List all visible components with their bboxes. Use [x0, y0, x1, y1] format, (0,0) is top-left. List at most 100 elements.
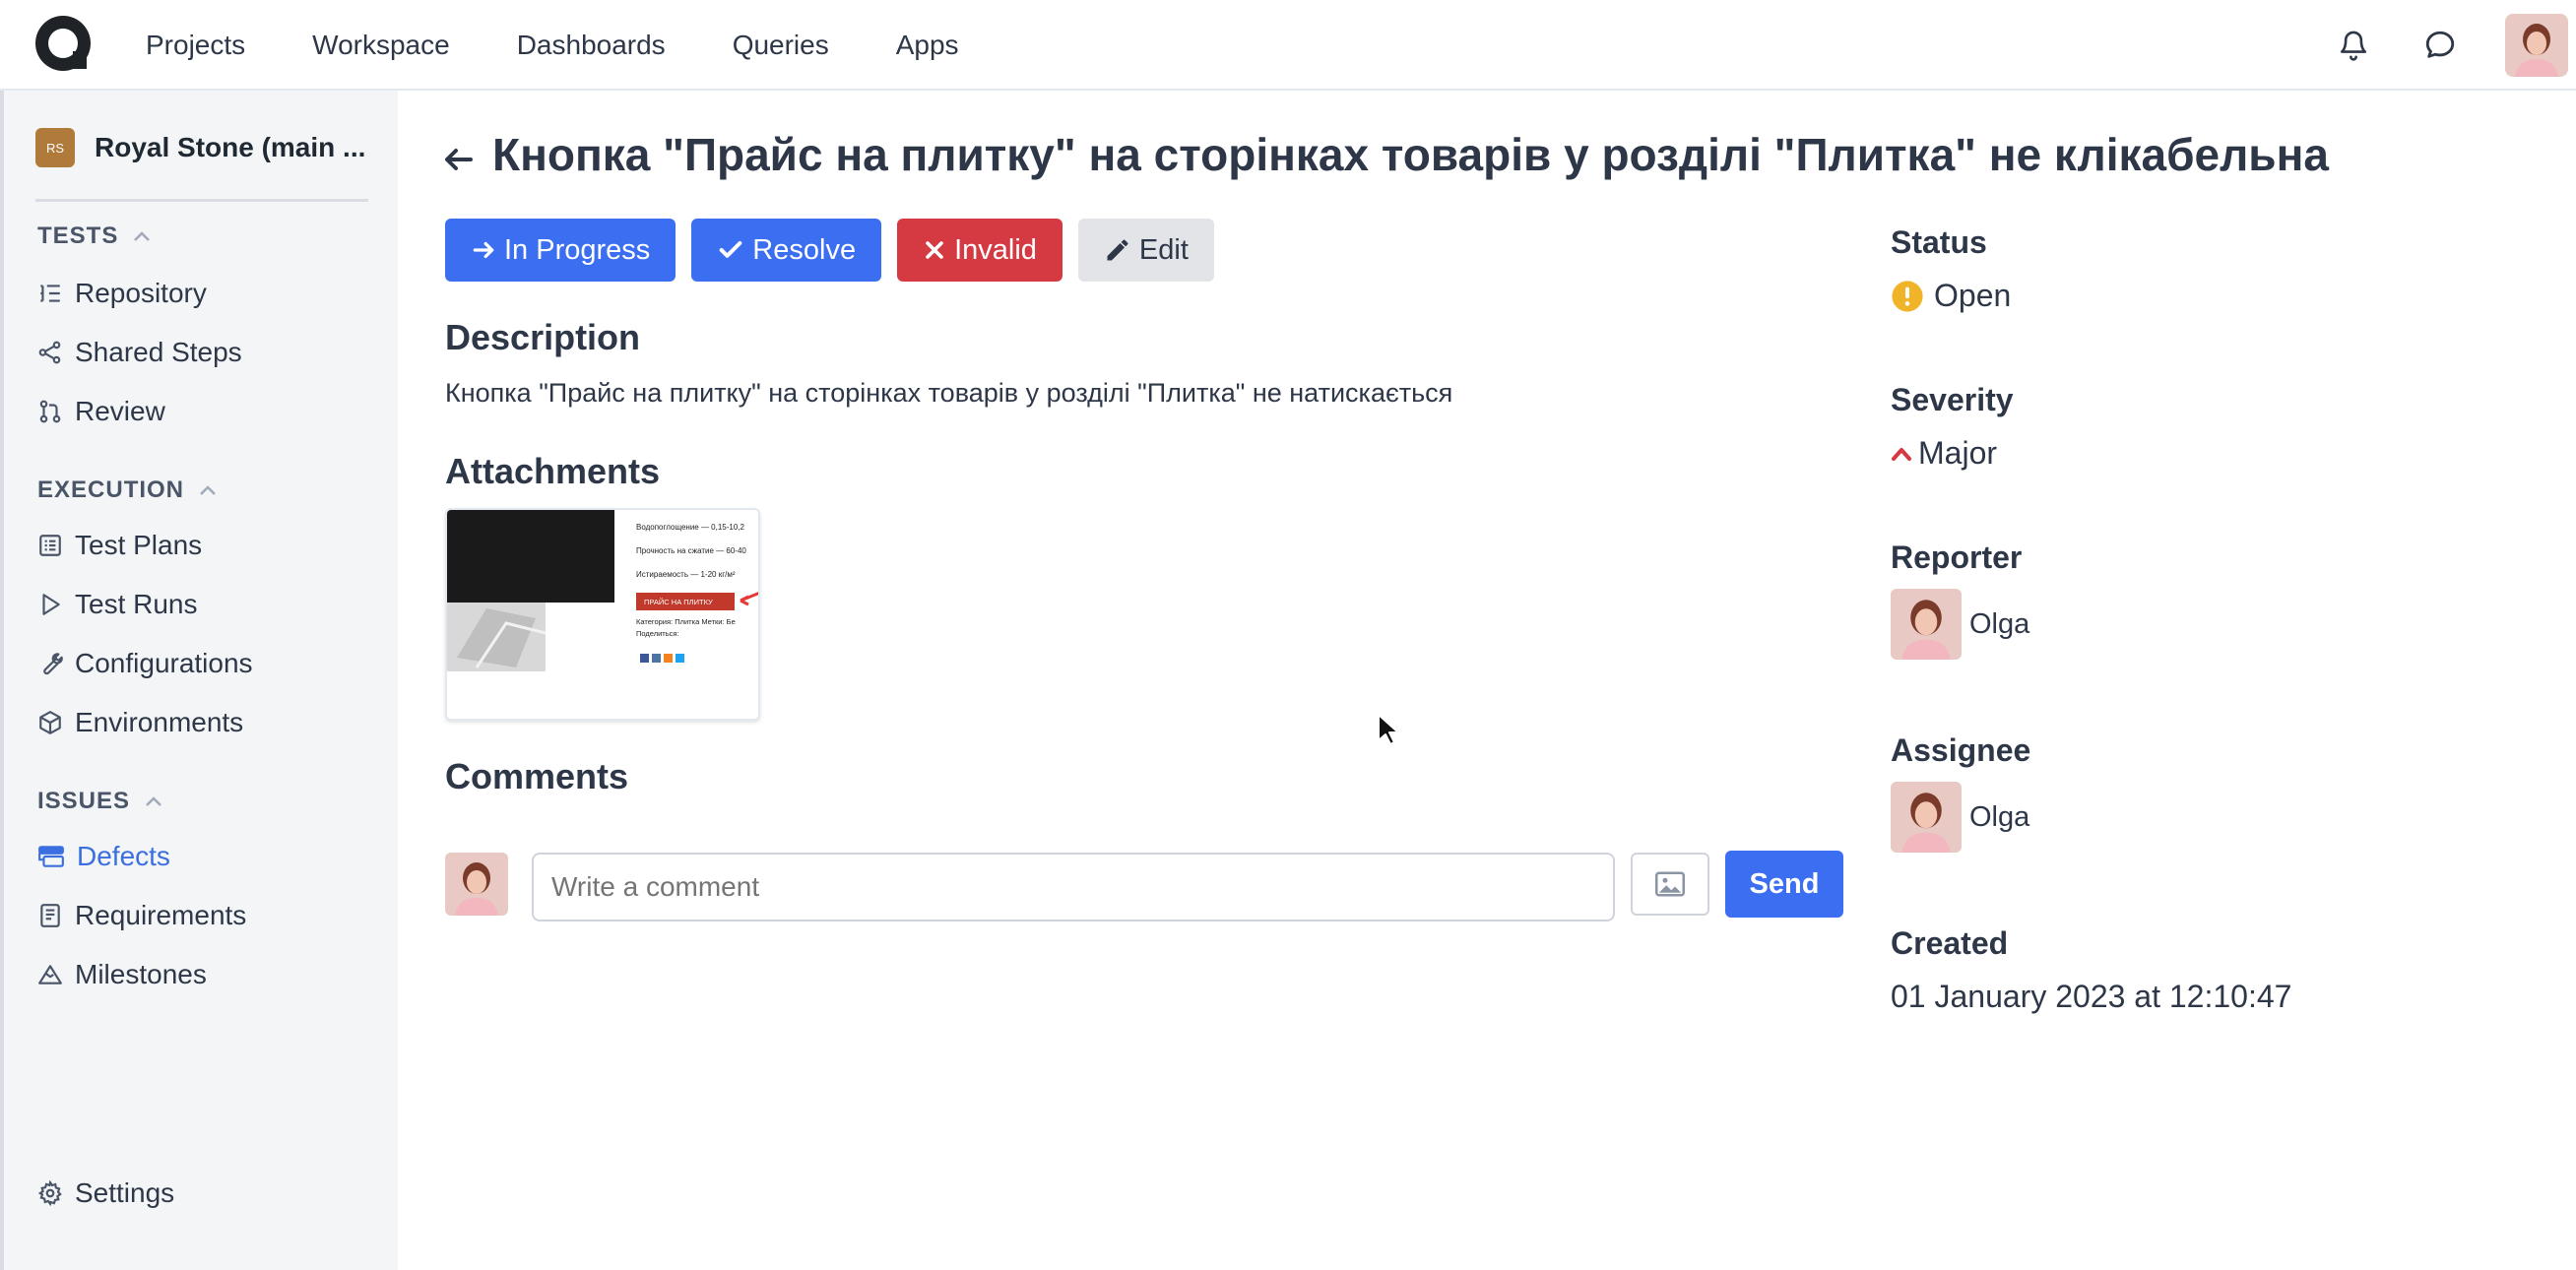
- nav-dashboards[interactable]: Dashboards: [517, 30, 666, 61]
- mouse-cursor-icon: [1378, 714, 1398, 745]
- section-tests-label: TESTS: [37, 222, 119, 249]
- severity-text: Major: [1918, 435, 1998, 471]
- reporter-label: Reporter: [1891, 540, 2023, 575]
- status-value[interactable]: Open: [1891, 278, 2011, 314]
- close-icon: [926, 241, 943, 259]
- section-execution[interactable]: EXECUTION: [37, 476, 218, 504]
- project-name: Royal Stone (main ...: [95, 132, 366, 162]
- page-title: Кнопка "Прайс на плитку" на сторінках то…: [492, 129, 2329, 180]
- sidebar-item-label: Configurations: [75, 648, 253, 678]
- git-pull-request-icon: [39, 400, 61, 423]
- sidebar-item-milestones[interactable]: Milestones: [37, 959, 207, 990]
- assignee-label: Assignee: [1891, 732, 2031, 768]
- share-nodes-icon: [38, 341, 61, 364]
- nav-actions: [2332, 0, 2568, 91]
- app-logo[interactable]: [35, 16, 91, 71]
- play-icon: [42, 594, 60, 615]
- sidebar-item-label: Review: [75, 396, 165, 426]
- list-tree-icon: [40, 285, 60, 302]
- sidebar-item-shared-steps[interactable]: Shared Steps: [37, 337, 242, 368]
- reporter-name: Olga: [1969, 607, 2030, 640]
- status-label: Status: [1891, 224, 1987, 260]
- mountain-icon: [38, 965, 62, 984]
- section-issues[interactable]: ISSUES: [37, 788, 163, 815]
- sidebar-item-review[interactable]: Review: [37, 396, 165, 427]
- attachment-line-3: Истираемость — 1-20 кг/м²: [636, 570, 736, 579]
- attachment-thumbnail[interactable]: Водопоглощение — 0,15-10,2 Прочность на …: [445, 508, 760, 721]
- sidebar-item-label: Test Runs: [75, 589, 198, 619]
- sidebar-item-label: Environments: [75, 707, 244, 737]
- attachment-line-5: Поделиться:: [636, 629, 679, 638]
- sidebar-item-label: Defects: [77, 841, 170, 871]
- attachment-line-1: Водопоглощение — 0,15-10,2: [636, 523, 745, 532]
- sidebar-item-defects[interactable]: Defects: [37, 841, 170, 872]
- top-nav: Projects Workspace Dashboards Queries Ap…: [0, 0, 2576, 91]
- invalid-label: Invalid: [954, 233, 1037, 266]
- sidebar-item-test-plans[interactable]: Test Plans: [37, 530, 202, 561]
- edit-label: Edit: [1138, 233, 1189, 266]
- resolve-button[interactable]: Resolve: [691, 219, 882, 282]
- severity-value[interactable]: Major: [1891, 435, 1997, 472]
- attachment-button-text: ПРАЙС НА ПЛИТКУ: [644, 598, 713, 606]
- document-icon: [40, 904, 60, 927]
- sidebar-item-settings[interactable]: Settings: [37, 1177, 174, 1209]
- defects-icon: [38, 846, 64, 867]
- attachment-line-2: Прочность на сжатие — 60-40: [636, 546, 746, 555]
- chevron-up-icon: [134, 231, 151, 241]
- section-tests[interactable]: TESTS: [37, 222, 152, 250]
- arrow-right-icon: [473, 241, 494, 259]
- attachment-line-4: Категория: Плитка Метки: Бе: [636, 617, 736, 626]
- assignee-value[interactable]: Olga: [1891, 782, 2029, 853]
- description-text: Кнопка "Прайс на плитку" на сторінках то…: [445, 378, 1453, 408]
- sidebar-item-configurations[interactable]: Configurations: [37, 648, 253, 679]
- project-switcher[interactable]: RS Royal Stone (main ...: [35, 128, 365, 167]
- send-button[interactable]: Send: [1725, 851, 1843, 918]
- nav-workspace[interactable]: Workspace: [312, 30, 450, 61]
- sidebar-divider: [35, 199, 368, 202]
- sidebar-item-label: Requirements: [75, 900, 247, 930]
- chevron-up-icon: [1892, 447, 1911, 461]
- chevron-up-icon: [200, 485, 216, 495]
- nav-queries[interactable]: Queries: [733, 30, 829, 61]
- attach-image-button[interactable]: [1631, 853, 1709, 916]
- attachments-heading: Attachments: [445, 451, 661, 491]
- avatar: [1891, 782, 1962, 853]
- back-arrow-icon[interactable]: [441, 142, 477, 177]
- chat-icon[interactable]: [2418, 24, 2462, 67]
- check-icon: [719, 241, 742, 258]
- nav-projects[interactable]: Projects: [146, 30, 245, 61]
- sidebar: RS Royal Stone (main ... TESTS Repositor…: [0, 91, 398, 1270]
- status-text: Open: [1934, 278, 2012, 313]
- sidebar-item-label: Test Plans: [75, 530, 203, 560]
- section-execution-label: EXECUTION: [37, 476, 185, 503]
- description-heading: Description: [445, 317, 641, 357]
- in-progress-button[interactable]: In Progress: [445, 219, 676, 282]
- sidebar-item-label: Shared Steps: [75, 337, 242, 367]
- user-avatar[interactable]: [2505, 14, 2568, 77]
- warning-circle-icon: [1892, 280, 1923, 312]
- main-nav: Projects Workspace Dashboards Queries Ap…: [146, 0, 1026, 91]
- avatar: [1891, 589, 1962, 660]
- comment-input[interactable]: [532, 853, 1615, 921]
- pencil-icon: [1107, 239, 1128, 261]
- sidebar-item-requirements[interactable]: Requirements: [37, 900, 246, 931]
- wrench-icon: [43, 653, 63, 675]
- sidebar-item-test-runs[interactable]: Test Runs: [37, 589, 198, 620]
- sidebar-item-label: Milestones: [75, 959, 207, 989]
- assignee-name: Olga: [1969, 800, 2030, 833]
- nav-apps[interactable]: Apps: [896, 30, 959, 61]
- avatar: [445, 853, 508, 916]
- clipboard-list-icon: [39, 535, 61, 556]
- invalid-button[interactable]: Invalid: [897, 219, 1063, 282]
- sidebar-item-repository[interactable]: Repository: [37, 278, 207, 309]
- gear-icon: [37, 1180, 62, 1206]
- sidebar-item-environments[interactable]: Environments: [37, 707, 243, 738]
- chevron-up-icon: [146, 796, 161, 806]
- resolve-label: Resolve: [752, 233, 857, 266]
- image-icon: [1655, 871, 1685, 897]
- bell-icon[interactable]: [2332, 24, 2375, 67]
- in-progress-label: In Progress: [504, 233, 651, 266]
- section-issues-label: ISSUES: [37, 788, 131, 814]
- reporter-value[interactable]: Olga: [1891, 589, 2029, 660]
- edit-button[interactable]: Edit: [1077, 219, 1214, 282]
